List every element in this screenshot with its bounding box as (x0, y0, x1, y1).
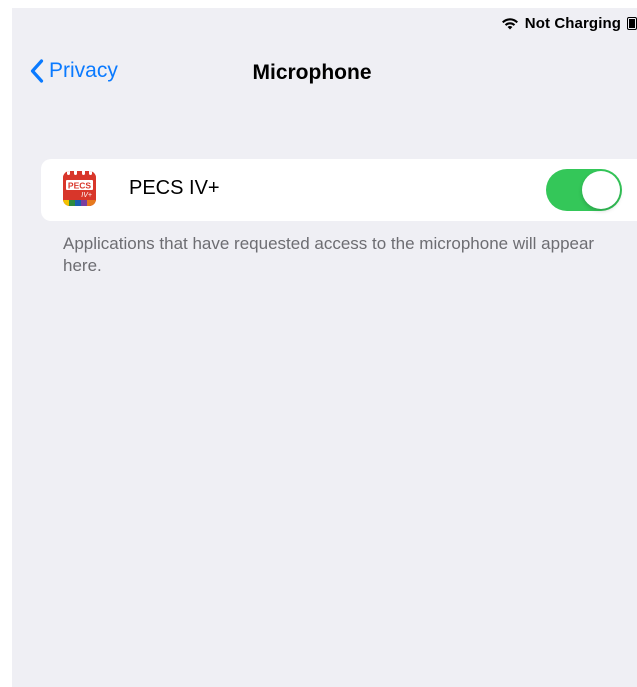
list-item: PECS IV+ PECS IV+ (41, 159, 637, 221)
battery-status-text: Not Charging (524, 14, 621, 32)
status-bar: Not Charging (501, 8, 637, 38)
microphone-access-toggle[interactable] (546, 169, 622, 211)
navigation-bar: Privacy Microphone (12, 52, 637, 96)
svg-text:IV+: IV+ (81, 192, 92, 199)
battery-icon (627, 17, 637, 30)
app-icon: PECS IV+ (63, 171, 96, 206)
page-title: Microphone (252, 61, 372, 84)
app-name: PECS IV+ (129, 177, 220, 199)
toggle-knob (582, 171, 620, 209)
svg-text:PECS: PECS (68, 180, 91, 190)
footer-note: Applications that have requested access … (63, 234, 595, 275)
settings-screen: Not Charging Privacy Microphone PECS IV+… (12, 8, 637, 687)
wifi-icon (501, 18, 518, 30)
pecs-logo-icon: PECS IV+ (63, 171, 96, 206)
app-list: PECS IV+ PECS IV+ (41, 159, 637, 221)
